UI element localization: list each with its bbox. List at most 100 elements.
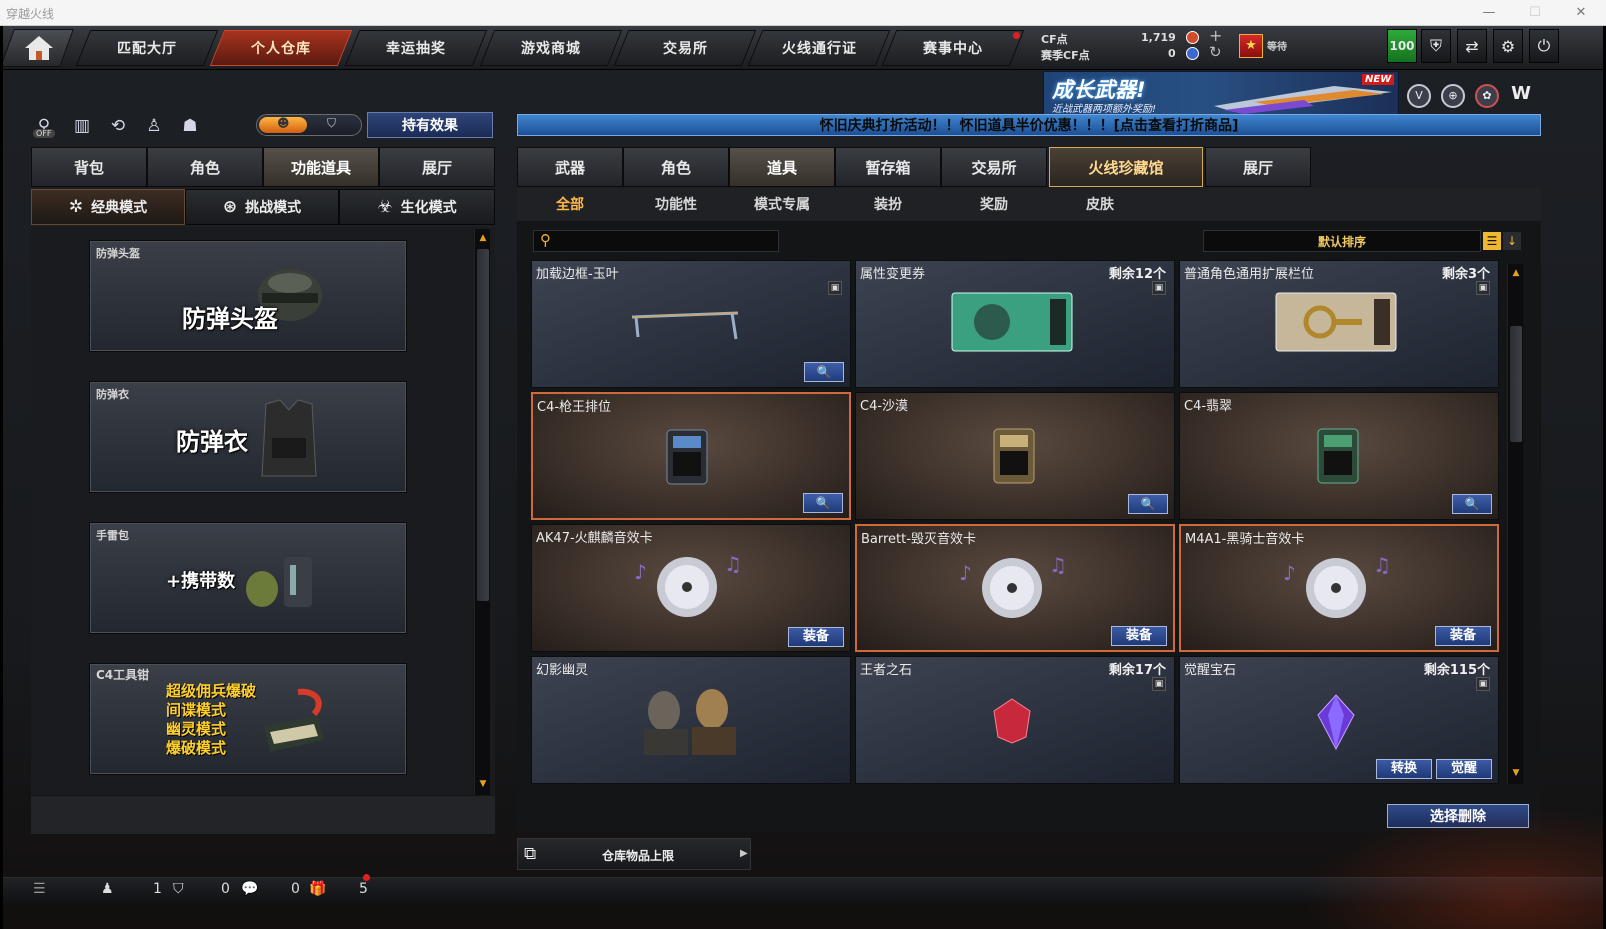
event-badge-2-icon[interactable]: ⊕ [1441, 84, 1465, 108]
item-card-c4-jade[interactable]: C4-翡翠 🔍 [1179, 392, 1499, 520]
nav-tab-match-hall[interactable]: 匹配大厅 [75, 30, 219, 66]
select-delete-button[interactable]: 选择删除 [1387, 804, 1529, 828]
sort-dropdown[interactable]: 默认排序 [1203, 230, 1481, 252]
card-c4-defuser[interactable]: C4工具钳 超级佣兵爆破 间谍模式 幽灵模式 爆破模式 [89, 663, 407, 775]
grid-scroll-thumb[interactable] [1510, 326, 1522, 442]
card-grenade-bag[interactable]: 手雷包 +携带数 [89, 522, 407, 634]
scroll-down-icon[interactable]: ▼ [477, 777, 489, 791]
subtab-cosmetic[interactable]: 装扮 [835, 189, 941, 219]
tab-backpack[interactable]: 背包 [31, 147, 147, 187]
switch-icon[interactable]: ⇄ [1457, 29, 1487, 63]
tab-characters[interactable]: 角色 [623, 147, 729, 187]
scroll-up-icon[interactable]: ▲ [477, 231, 489, 245]
card-body-armor[interactable]: 防弹衣 防弹衣 [89, 381, 407, 493]
left-scroll-thumb[interactable] [477, 249, 489, 601]
faction-toggle[interactable]: ☻ ⛉ [256, 114, 362, 136]
card-helmet[interactable]: 防弹头盔 防弹头盔 [89, 240, 407, 352]
grid-scrollbar[interactable]: ▲ ▼ [1507, 264, 1523, 784]
item-card-phantom[interactable]: 幻影幽灵 [531, 656, 851, 784]
zoom-button[interactable]: 🔍 [804, 362, 844, 382]
lock-icon[interactable]: ▣ [1476, 677, 1490, 691]
gift-icon[interactable]: 🎁 [309, 881, 326, 897]
gear-icon[interactable]: ⚙ [1493, 29, 1523, 63]
lock-icon[interactable]: ▣ [828, 281, 842, 295]
zoom-button[interactable]: 🔍 [1452, 494, 1492, 514]
tab-right-showroom[interactable]: 展厅 [1205, 147, 1311, 187]
event-badge-4-icon[interactable]: W [1509, 84, 1533, 108]
nav-tab-personal-storage[interactable]: 个人仓库 [209, 30, 353, 66]
notice-bar[interactable]: 怀旧庆典打折活动！！怀旧道具半价优惠！！！[点击查看打折商品] [517, 114, 1541, 136]
friends-icon[interactable]: ♟ [101, 881, 114, 897]
item-card-c4-desert[interactable]: C4-沙漠 🔍 [855, 392, 1175, 520]
nav-tab-event-center[interactable]: 赛事中心 [881, 30, 1025, 66]
subtab-skins[interactable]: 皮肤 [1047, 189, 1153, 219]
maximize-button[interactable]: ☐ [1512, 2, 1558, 24]
grid-scroll-down-icon[interactable]: ▼ [1510, 766, 1522, 780]
shield-icon[interactable]: ⛨ [1421, 29, 1451, 63]
podium-icon[interactable]: ▥ [67, 111, 97, 141]
zoom-button[interactable]: 🔍 [803, 493, 843, 513]
lock-icon[interactable]: ▣ [1152, 281, 1166, 295]
tab-exchange[interactable]: 交易所 [941, 147, 1047, 187]
search-input[interactable] [560, 233, 774, 249]
list-view-icon[interactable]: ☰ [1483, 232, 1501, 250]
nav-tab-exchange[interactable]: 交易所 [613, 30, 757, 66]
mode-classic[interactable]: ✲ 经典模式 [31, 189, 185, 225]
equip-button[interactable]: 装备 [1435, 626, 1491, 646]
svg-text:♫: ♫ [1049, 553, 1067, 577]
promo-banner[interactable]: 成长武器! 近战武器两项额外奖励! NEW [1043, 71, 1399, 117]
item-card-m4a1-soundcard[interactable]: M4A1-黑骑士音效卡 ♪ ♫ 装备 [1179, 524, 1499, 652]
minimize-button[interactable]: — [1466, 2, 1512, 24]
clan-icon[interactable]: ⛉ [173, 881, 184, 897]
nav-tab-battle-pass[interactable]: 火线通行证 [747, 30, 891, 66]
zoom-button[interactable]: 🔍 [1128, 494, 1168, 514]
lock-icon[interactable]: ▣ [1476, 281, 1490, 295]
nav-tab-lucky-draw[interactable]: 幸运抽奖 [344, 30, 488, 66]
capacity-bar[interactable]: ⧉ 仓库物品上限 ▶ [517, 838, 751, 870]
owned-effects-button[interactable]: 持有效果 [367, 112, 493, 138]
bag-icon[interactable]: ☗ [175, 111, 205, 141]
tab-function-items[interactable]: 功能道具 [263, 147, 379, 187]
equip-button[interactable]: 装备 [788, 627, 844, 647]
tab-collection-hall[interactable]: 火线珍藏馆 [1049, 147, 1203, 187]
search-box[interactable]: ⚲ [533, 230, 779, 252]
nav-tab-game-store[interactable]: 游戏商城 [479, 30, 623, 66]
item-card-barrett-soundcard[interactable]: Barrett-毁灭音效卡 ♪ ♫ 装备 [855, 524, 1175, 652]
item-card-loading-frame[interactable]: 加载边框-玉叶 ▣ 🔍 [531, 260, 851, 388]
tab-weapons[interactable]: 武器 [517, 147, 623, 187]
level-badge[interactable]: 100 [1387, 29, 1417, 63]
tab-temp-box[interactable]: 暂存箱 [835, 147, 941, 187]
menu-icon[interactable]: ☰ [33, 881, 46, 897]
item-card-char-slot[interactable]: 普通角色通用扩展栏位 剩余3个 ▣ [1179, 260, 1499, 388]
event-badge-3-icon[interactable]: ✿ [1475, 84, 1499, 108]
chat-icon[interactable]: 💬 [241, 881, 258, 897]
subtab-mode-exclusive[interactable]: 模式专属 [729, 189, 835, 219]
disc-icon: ♪ ♫ [1283, 553, 1391, 618]
grid-scroll-up-icon[interactable]: ▲ [1510, 266, 1522, 280]
subtab-functional[interactable]: 功能性 [623, 189, 729, 219]
item-card-awaken-gem[interactable]: 觉醒宝石 剩余115个 ▣ 转换 觉醒 [1179, 656, 1499, 784]
subtab-rewards[interactable]: 奖励 [941, 189, 1047, 219]
item-card-attribute-ticket[interactable]: 属性变更券 剩余12个 ▣ [855, 260, 1175, 388]
event-badge-1-icon[interactable]: V [1407, 84, 1431, 108]
left-scrollbar[interactable]: ▲ ▼ [474, 229, 490, 795]
sort-order-icon[interactable]: ↓ [1503, 232, 1521, 250]
power-icon[interactable]: ⏻ [1529, 29, 1559, 63]
history-icon[interactable]: ⟲ [103, 111, 133, 141]
equip-button[interactable]: 装备 [1111, 626, 1167, 646]
mode-challenge[interactable]: ⊛ 挑战模式 [185, 189, 339, 225]
close-button[interactable]: ✕ [1558, 2, 1604, 24]
lock-icon[interactable]: ▣ [1152, 677, 1166, 691]
item-card-ak47-soundcard[interactable]: AK47-火麒麟音效卡 ♪ ♫ 装备 [531, 524, 851, 652]
awaken-button[interactable]: 觉醒 [1436, 759, 1492, 779]
convert-button[interactable]: 转换 [1376, 759, 1432, 779]
mode-biochemical[interactable]: ☣ 生化模式 [339, 189, 495, 225]
item-card-c4-king[interactable]: C4-枪王排位 🔍 [531, 392, 851, 520]
tab-character[interactable]: 角色 [147, 147, 263, 187]
character-icon[interactable]: ♙ [139, 111, 169, 141]
item-card-king-stone[interactable]: 王者之石 剩余17个 ▣ [855, 656, 1175, 784]
tab-items[interactable]: 道具 [729, 147, 835, 187]
tab-showroom[interactable]: 展厅 [379, 147, 495, 187]
subtab-all[interactable]: 全部 [517, 189, 623, 219]
refresh-icon[interactable]: ↻ [1209, 43, 1222, 61]
